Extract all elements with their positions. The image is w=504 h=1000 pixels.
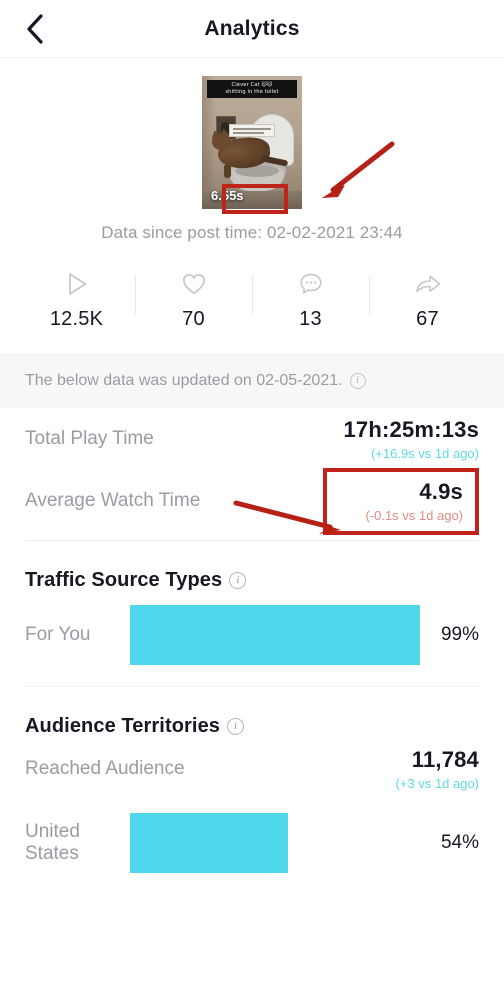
- stat-plays[interactable]: 12.5K: [18, 269, 135, 331]
- back-button[interactable]: [18, 12, 52, 46]
- stat-likes[interactable]: 70: [135, 269, 252, 331]
- page-title: Analytics: [204, 16, 300, 40]
- metric-delta: (+3 vs 1d ago): [395, 776, 479, 791]
- metric-values-highlighted: 4.9s (-0.1s vs 1d ago): [323, 467, 479, 535]
- metric-row-total-play-time: Total Play Time 17h:25m:13s (+16.9s vs 1…: [25, 408, 479, 470]
- bar-percentage: 99%: [440, 624, 479, 645]
- bar-fill: [130, 813, 289, 873]
- section-divider: [25, 686, 479, 687]
- section-divider: [25, 540, 479, 541]
- updated-banner-text: The below data was updated on 02-05-2021…: [25, 371, 343, 389]
- analytics-screen: Analytics Clever Cat 🐱🐱 shitting in the …: [0, 0, 504, 1000]
- metric-value: 11,784: [411, 747, 479, 772]
- thumb-speech-bubble: [229, 124, 275, 137]
- traffic-source-header: Traffic Source Types i: [25, 569, 479, 592]
- bar-track: [130, 813, 423, 873]
- video-summary: Clever Cat 🐱🐱 shitting in the toilet 6.5…: [0, 58, 504, 243]
- metric-row-reached-audience: Reached Audience 11,784 (+3 vs 1d ago): [25, 738, 479, 800]
- thumb-cat-leg: [224, 164, 231, 178]
- metric-value: 17h:25m:13s: [343, 417, 479, 442]
- metric-label: Average Watch Time: [25, 490, 201, 511]
- stat-shares[interactable]: 67: [369, 269, 486, 331]
- play-icon: [64, 269, 90, 299]
- video-thumbnail[interactable]: Clever Cat 🐱🐱 shitting in the toilet 6.5…: [202, 76, 302, 209]
- audience-territories-header: Audience Territories i: [25, 715, 479, 738]
- bar-label: For You: [25, 624, 91, 645]
- bar-label: United States: [25, 821, 80, 864]
- stat-plays-value: 12.5K: [49, 308, 104, 330]
- metrics-list: Total Play Time 17h:25m:13s (+16.9s vs 1…: [0, 408, 504, 541]
- caption-line-1: Clever Cat 🐱🐱: [231, 82, 273, 88]
- stat-comments-value: 13: [299, 308, 322, 330]
- app-header: Analytics: [0, 0, 504, 58]
- stat-comments[interactable]: 13: [252, 269, 369, 331]
- data-since-text: Data since post time: 02-02-2021 23:44: [101, 223, 403, 242]
- audience-territories-section: Audience Territories i Reached Audience …: [0, 715, 504, 886]
- bar-fill: [130, 605, 421, 665]
- metric-values: 17h:25m:13s (+16.9s vs 1d ago): [344, 417, 480, 461]
- metric-label: Total Play Time: [25, 428, 154, 449]
- comment-icon: [298, 269, 324, 299]
- bar-percentage: 54%: [440, 832, 479, 853]
- metric-value: 4.9s: [419, 478, 463, 504]
- bar-track: [130, 605, 423, 665]
- thumbnail-caption: Clever Cat 🐱🐱 shitting in the toilet: [207, 80, 297, 99]
- metric-delta: (-0.1s vs 1d ago): [365, 507, 463, 523]
- metric-delta: (+16.9s vs 1d ago): [370, 446, 479, 461]
- share-icon: [414, 269, 442, 299]
- engagement-stats-row: 12.5K 70 13 67: [0, 269, 504, 331]
- info-icon[interactable]: i: [229, 572, 247, 589]
- stat-shares-value: 67: [416, 308, 439, 330]
- info-icon[interactable]: i: [227, 718, 245, 735]
- metric-values: 11,784 (+3 vs 1d ago): [396, 747, 479, 791]
- chevron-left-icon: [25, 13, 45, 45]
- caption-line-2: shitting in the toilet: [225, 89, 279, 96]
- updated-banner: The below data was updated on 02-05-2021…: [0, 353, 504, 408]
- stat-likes-value: 70: [182, 308, 205, 330]
- thumbnail-image: Clever Cat 🐱🐱 shitting in the toilet 6.5…: [202, 76, 302, 209]
- bar-row-for-you: For You 99%: [25, 592, 479, 678]
- info-icon[interactable]: i: [349, 372, 366, 389]
- bar-row-united-states: United States 54%: [25, 800, 479, 886]
- metric-label: Reached Audience: [25, 758, 185, 779]
- traffic-source-section: Traffic Source Types i For You 99%: [0, 569, 504, 687]
- heart-icon: [181, 269, 207, 299]
- metric-row-average-watch-time: Average Watch Time 4.9s (-0.1s vs 1d ago…: [25, 467, 479, 535]
- section-title: Traffic Source Types: [25, 569, 223, 591]
- section-title: Audience Territories: [25, 715, 221, 737]
- video-duration-label: 6.55s: [211, 188, 244, 203]
